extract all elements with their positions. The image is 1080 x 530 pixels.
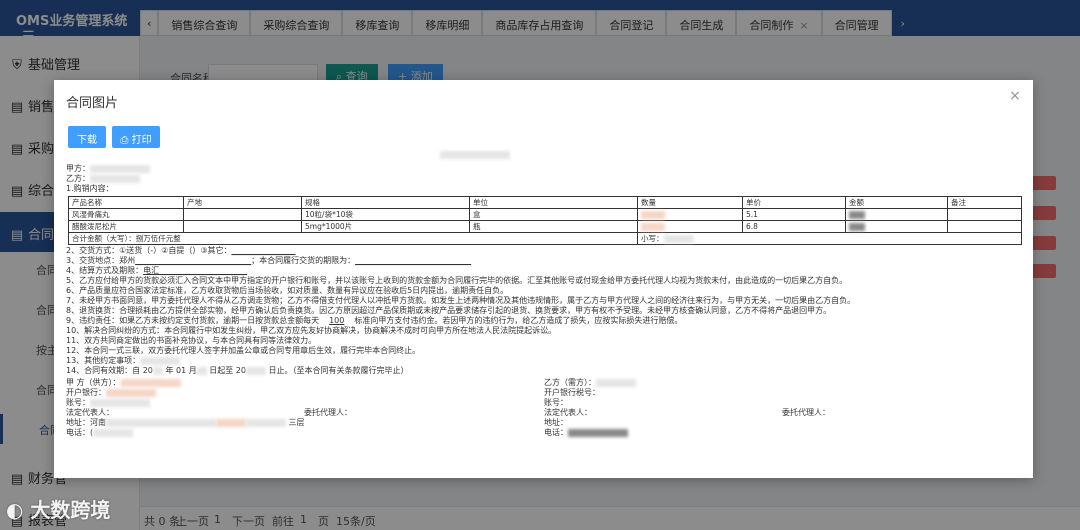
clause-3: 3、交货地点：郑州_____________________________；本… (66, 256, 472, 265)
clause-9: 9、违约责任：如果乙方未按约定支付货款，逾期一日按货款总金额每天 100 标准向甲方… (66, 316, 683, 325)
party-a: 甲方： (66, 164, 150, 174)
party-b: 乙方： (66, 174, 140, 184)
clause-12: 12、本合同一式三联，双方委托代理人签字并加盖公章或合同专用章后生效，履行完毕本… (66, 346, 421, 355)
section-1: 1.购销内容： (66, 184, 114, 193)
sig-b-agent: 委托代理人： (782, 408, 830, 417)
sig-b-account: 账号： (544, 398, 568, 407)
clause-4: 4、结算方式及期限：电汇______________________ (66, 266, 248, 275)
clause-2: 2、交货方式：①送货（-）②自提（）③其它：________________ (66, 246, 296, 255)
table-total-row: 合计金额（大写）：捌万伍仟元整 小写： (68, 232, 1022, 245)
close-icon[interactable]: × (1007, 88, 1023, 104)
clause-14: 14、合同有效期：自 20 年 01 月 日起至 20 日止。（至本合同有关条款… (66, 366, 409, 375)
clause-7: 7、未经甲方书面同意，甲方委托代理人不得从乙方调走货物；乙方不得借支付代理人以冲… (66, 296, 856, 305)
sig-b-phone: 电话： (544, 428, 628, 438)
sig-b-bank: 开户银行税号： (544, 388, 600, 397)
clause-11: 11、双方共同商定做出的书面补充协议，与本合同具有同等法律效力。 (66, 336, 317, 345)
goods-table: 产品名称 产地 规格 单位 数量 单价 金额 备注 风湿骨痛丸 10粒/袋*10… (68, 196, 1022, 245)
download-button[interactable]: 下载 (68, 126, 106, 148)
contract-heading (440, 150, 510, 160)
watermark: ◐ 大数跨境 (6, 498, 111, 522)
table-header-row: 产品名称 产地 规格 单位 数量 单价 金额 备注 (68, 196, 1022, 209)
table-row: 醋酸泼尼松片 5mg*1000片 瓶 6.8 (68, 220, 1022, 233)
sig-a-agent: 委托代理人： (304, 408, 352, 417)
clause-8: 8、退货换货：合理损耗由乙方提供全部实物，经甲方确认后负责换货。因乙方原因超过产… (66, 306, 832, 315)
dialog-title: 合同图片 (66, 96, 119, 111)
table-row: 风湿骨痛丸 10粒/袋*10袋 盒 5.1 (68, 208, 1022, 221)
clause-5: 5、乙方应付给甲方的货款必须汇入合同文本中甲方指定的开户银行和账号，并以该账号上… (66, 276, 848, 285)
clause-13: 13、其他约定事项： (66, 356, 181, 366)
sig-a-title: 甲 方（供方）： (66, 378, 181, 388)
clause-6: 6、产品质量应符合国家法定标准，乙方收取货物后当场验收，如对质量、数量有异议应在… (66, 286, 509, 295)
sig-a-bank: 开户银行： (66, 388, 156, 398)
print-button[interactable]: ⎙ 打印 (112, 126, 160, 148)
sig-b-title: 乙方（需方）： (544, 378, 636, 388)
sig-b-address: 地址： (544, 418, 568, 427)
sig-a-address: 地址：河南 三层 (66, 418, 305, 427)
watermark-logo-icon: ◐ (6, 498, 31, 522)
sig-a-account: 账号： (66, 398, 150, 408)
sig-b-legal: 法定代表人： (544, 408, 592, 417)
sig-a-legal: 法定代表人： (66, 408, 114, 417)
print-icon: ⎙ (120, 135, 129, 146)
contract-image-dialog: 合同图片 × 下载 ⎙ 打印 甲方： 乙方： 1.购销内容： 产品名称 产地 规… (54, 80, 1033, 478)
clause-10: 10、解决合同纠纷的方式：本合同履行中如发生纠纷，甲乙双方应先友好协商解决，协商… (66, 326, 557, 335)
sig-a-phone: 电话：( (66, 428, 134, 438)
